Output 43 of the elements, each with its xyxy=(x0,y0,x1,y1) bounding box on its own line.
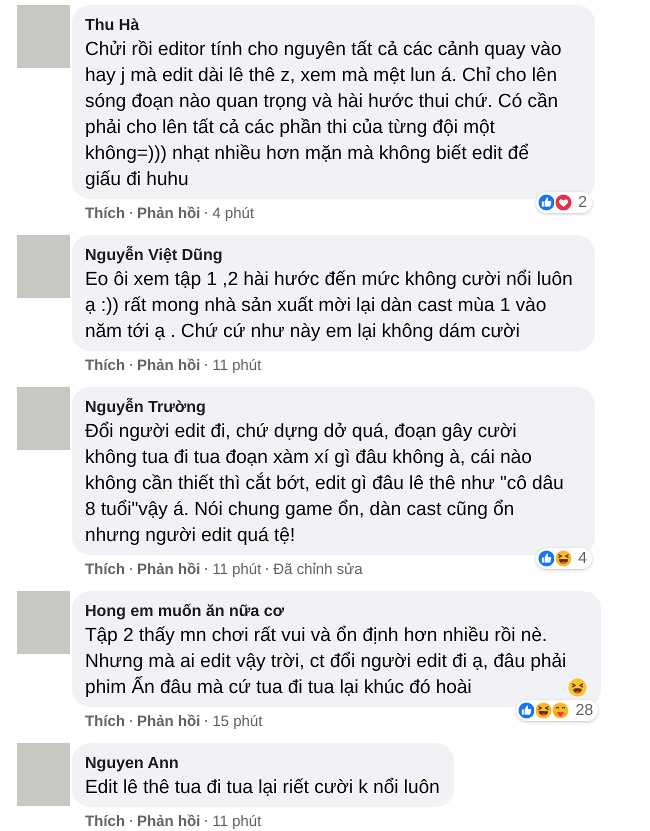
avatar-placeholder[interactable] xyxy=(17,743,70,806)
reaction-count: 4 xyxy=(578,549,587,568)
author-name[interactable]: Thu Hà xyxy=(85,15,140,37)
like-link[interactable]: Thích xyxy=(85,712,125,730)
reaction-badge[interactable]: 2 xyxy=(536,192,592,213)
reply-link[interactable]: Phản hồi xyxy=(137,812,200,830)
author-name[interactable]: Nguyễn Trường xyxy=(85,397,206,419)
reply-link[interactable]: Phản hồi xyxy=(137,356,200,374)
comment-text: Đổi người edit đi, chứ dựng dở quá, đoạn gây cười không tua đi tua đoạn xàm xí gì đâu không à, cái nào không cần thiết thì cắt bớt, edit gì đâu lê thê như "cô dâu 8 tuổi"vậy á. Nói chung game ổn, dàn cast cũng ổn nhưng người edit quá tệ! xyxy=(85,420,564,548)
like-link[interactable]: Thích xyxy=(85,356,125,374)
timestamp-link[interactable]: 11 phút xyxy=(212,812,262,830)
avatar-placeholder[interactable] xyxy=(17,235,70,298)
edited-label: Đã chỉnh sửa xyxy=(273,560,363,578)
comment-text: Eo ôi xem tập 1 ,2 hài hước đến mức không cười nổi luôn ạ :)) rất mong nhà sản xuất mời lại dàn cast mùa 1 vào năm tới ạ . Chứ cứ như này em lại không dám cười xyxy=(85,268,573,344)
author-name[interactable]: Nguyễn Việt Dũng xyxy=(85,245,222,267)
avatar-placeholder[interactable] xyxy=(17,5,70,68)
avatar-placeholder[interactable] xyxy=(17,591,70,654)
thumbs-up-icon xyxy=(517,701,536,720)
timestamp-link[interactable]: 11 phút xyxy=(212,560,262,578)
like-link[interactable]: Thích xyxy=(85,812,125,830)
author-name[interactable]: Hong em muốn ăn nữa cơ xyxy=(85,601,284,623)
comment-text: Tập 2 thấy mn chơi rất vui và ổn định hơn nhiều rồi nè. Nhưng mà ai edit vậy trời, ct đổi người edit đi ạ, đâu phải phim Ấn đâu mà cứ tua đi tua lại khúc đó hoài xyxy=(85,624,566,700)
reaction-badge[interactable]: 28 xyxy=(516,700,598,721)
reply-link[interactable]: Phản hồi xyxy=(137,204,200,222)
hugging-face-icon xyxy=(551,701,570,720)
laughing-face-icon xyxy=(534,701,554,720)
timestamp-link[interactable]: 4 phút xyxy=(212,204,254,222)
reply-link[interactable]: Phản hồi xyxy=(137,560,200,578)
thumbs-up-icon xyxy=(537,193,556,212)
comment-text: Edit lê thê tua đi tua lại riết cười k nổi luôn xyxy=(85,776,440,800)
comment-text: Chửi rồi editor tính cho nguyên tất cả các cảnh quay vào hay j mà edit dài lê thê z, xem mà mệt lun á. Chỉ cho lên sóng đoạn nào quan trọng và hài hước thui chứ. Có cần phải cho lên tất cả các phần thi của từng đội một không=))) nhạt nhiều hơn mặn mà không biết edit để giấu đi huhu xyxy=(85,38,562,192)
thumbs-up-icon xyxy=(537,549,556,568)
laughing-face-icon xyxy=(554,549,574,568)
like-link[interactable]: Thích xyxy=(85,560,125,578)
timestamp-link[interactable]: 11 phút xyxy=(212,356,262,374)
author-name[interactable]: Nguyen Ann xyxy=(85,753,179,775)
reaction-count: 2 xyxy=(578,193,587,212)
reply-link[interactable]: Phản hồi xyxy=(137,712,200,730)
avatar-placeholder[interactable] xyxy=(17,387,70,450)
reaction-badge[interactable]: 4 xyxy=(536,548,592,569)
reaction-count: 28 xyxy=(575,701,594,720)
timestamp-link[interactable]: 15 phút xyxy=(212,712,262,730)
like-link[interactable]: Thích xyxy=(85,204,125,222)
